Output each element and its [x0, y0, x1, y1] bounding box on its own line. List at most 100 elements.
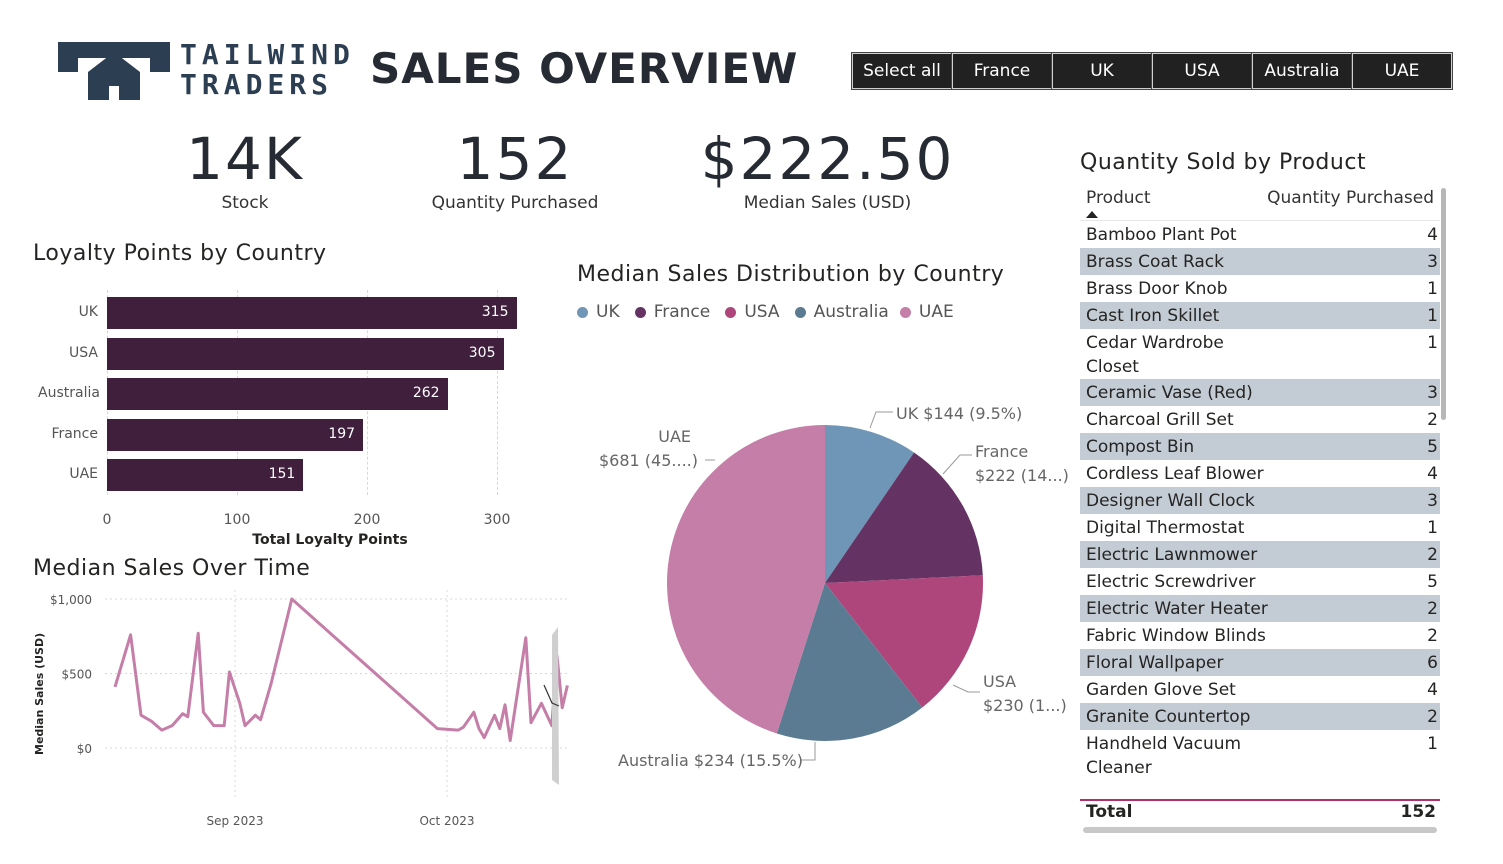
- table-row[interactable]: Digital Thermostat 1: [1080, 514, 1440, 541]
- bar-uae[interactable]: 151: [107, 459, 304, 491]
- pie-leader-line: [869, 411, 893, 429]
- table-row[interactable]: Brass Door Knob 1: [1080, 275, 1440, 302]
- table-vertical-scrollbar[interactable]: [1441, 188, 1446, 420]
- legend-dot-icon: [794, 306, 806, 318]
- legend-label: USA: [744, 302, 780, 322]
- table-row[interactable]: Electric Lawnmower 2: [1080, 541, 1440, 568]
- bar-france[interactable]: 197: [107, 418, 364, 451]
- pie-label-line: $681 (45....): [599, 451, 698, 470]
- table-row[interactable]: Granite Countertop 2: [1080, 703, 1440, 730]
- cell-product: Floral Wallpaper: [1086, 653, 1224, 673]
- kpi-label: Median Sales (USD): [743, 193, 912, 213]
- cell-product: Fabric Window Blinds: [1086, 626, 1266, 646]
- cell-product: Cast Iron Skillet: [1086, 306, 1220, 326]
- cell-quantity: 5: [1427, 572, 1438, 592]
- cell-product: Ceramic Vase (Red): [1086, 383, 1253, 403]
- bar-uk[interactable]: 315: [107, 297, 517, 329]
- legend-label: UK: [596, 302, 620, 322]
- legend-item-australia[interactable]: Australia: [794, 302, 889, 322]
- cell-product: Garden Glove Set: [1086, 680, 1236, 700]
- table-row[interactable]: Ceramic Vase (Red) 3: [1080, 379, 1440, 406]
- cell-quantity: 2: [1427, 545, 1438, 565]
- time-chart-title: Median Sales Over Time: [33, 556, 311, 581]
- cell-quantity: 5: [1427, 437, 1438, 457]
- pie-label-usa: USA $230 (1...): [983, 670, 1067, 718]
- pie-label-line: $222 (14...): [975, 466, 1069, 485]
- pie-label-france: France $222 (14...): [975, 440, 1069, 488]
- cell-quantity: 2: [1427, 707, 1438, 727]
- cell-quantity: 1: [1427, 279, 1438, 299]
- slicer-france-button[interactable]: France: [951, 52, 1053, 90]
- legend-item-usa[interactable]: USA: [725, 302, 780, 322]
- slicer-usa-button[interactable]: USA: [1151, 52, 1253, 90]
- y-tick-label: $0: [77, 742, 92, 756]
- pie-label-line: $230 (1...): [983, 696, 1067, 715]
- y-axis-title: Median Sales (USD): [33, 633, 46, 755]
- column-header-product[interactable]: Product: [1086, 188, 1151, 220]
- kpi-value: 14K: [186, 125, 304, 193]
- bar-category-label: USA: [69, 344, 98, 361]
- kpi-card-stock: 14K Stock: [150, 125, 340, 213]
- x-tick-label: 300: [483, 512, 511, 528]
- bar-australia[interactable]: 262: [107, 378, 448, 410]
- bar-category-label: UAE: [69, 466, 98, 482]
- logo-text-line1: TAILWIND: [180, 38, 355, 71]
- column-header-quantity[interactable]: Quantity Purchased: [1267, 188, 1434, 220]
- total-label: Total: [1086, 802, 1133, 822]
- logo-icon: [58, 42, 170, 100]
- table-row[interactable]: Cast Iron Skillet 1: [1080, 302, 1440, 329]
- slicer-uk-button[interactable]: UK: [1051, 52, 1153, 90]
- cell-quantity: 2: [1427, 410, 1438, 430]
- x-tick-label: 200: [353, 512, 381, 528]
- bar-value-label: 197: [328, 425, 356, 442]
- legend-item-uae[interactable]: UAE: [899, 302, 954, 322]
- table-row[interactable]: Electric Screwdriver 5: [1080, 568, 1440, 595]
- slicer-uae-button[interactable]: UAE: [1351, 52, 1453, 90]
- table-row[interactable]: Cordless Leaf Blower 4: [1080, 460, 1440, 487]
- cell-quantity: 4: [1427, 680, 1438, 700]
- table-horizontal-scrollbar[interactable]: [1083, 827, 1437, 833]
- cell-quantity: 6: [1427, 653, 1438, 673]
- pie-label-line: France: [975, 442, 1029, 461]
- table-row[interactable]: Floral Wallpaper 6: [1080, 649, 1440, 676]
- slicer-australia-button[interactable]: Australia: [1251, 52, 1353, 90]
- sort-ascending-icon: [1086, 211, 1098, 218]
- pie-leader-line: [952, 684, 980, 693]
- column-header-label: Product: [1086, 188, 1151, 208]
- table-row[interactable]: Cedar Wardrobe Closet 1: [1080, 329, 1440, 379]
- logo-text: TAILWIND TRADERS: [180, 38, 355, 100]
- cell-quantity: 1: [1427, 306, 1438, 326]
- table-row[interactable]: Fabric Window Blinds 2: [1080, 622, 1440, 649]
- cell-product: Electric Lawnmower: [1086, 545, 1258, 565]
- table-row[interactable]: Bamboo Plant Pot 4: [1080, 221, 1440, 248]
- pie-leader-line: [942, 454, 972, 475]
- legend-dot-icon: [634, 306, 646, 318]
- product-table: Product Quantity Purchased Bamboo Plant …: [1080, 186, 1440, 801]
- slicer-select-all-button[interactable]: Select all: [851, 52, 953, 90]
- table-row[interactable]: Electric Water Heater 2: [1080, 595, 1440, 622]
- cell-product: Cedar Wardrobe Closet: [1086, 333, 1224, 377]
- cell-product: Brass Door Knob: [1086, 279, 1228, 299]
- cell-product: Electric Screwdriver: [1086, 572, 1256, 592]
- legend-dot-icon: [899, 306, 911, 318]
- legend-item-uk[interactable]: UK: [577, 302, 620, 322]
- table-row[interactable]: Handheld Vacuum Cleaner 1: [1080, 730, 1440, 780]
- table-row[interactable]: Designer Wall Clock 3: [1080, 487, 1440, 514]
- kpi-value: 152: [456, 125, 574, 193]
- cell-quantity: 1: [1427, 734, 1438, 754]
- table-row[interactable]: Compost Bin 5: [1080, 433, 1440, 460]
- product-table-title: Quantity Sold by Product: [1080, 150, 1367, 175]
- table-row[interactable]: Brass Coat Rack 3: [1080, 248, 1440, 275]
- bar-value-label: 315: [481, 304, 509, 320]
- table-row[interactable]: Garden Glove Set 4: [1080, 676, 1440, 703]
- table-total-row: Total 152: [1080, 802, 1440, 822]
- kpi-value: $222.50: [700, 125, 955, 193]
- cell-product: Designer Wall Clock: [1086, 491, 1255, 511]
- kpi-card-quantity: 152 Quantity Purchased: [415, 125, 615, 213]
- legend-item-france[interactable]: France: [634, 302, 710, 322]
- table-row[interactable]: Charcoal Grill Set 2: [1080, 406, 1440, 433]
- y-tick-label: $1,000: [50, 593, 92, 607]
- bar-usa[interactable]: 305: [107, 337, 504, 370]
- table-total-divider: [1080, 799, 1440, 801]
- legend-dot-icon: [577, 306, 588, 318]
